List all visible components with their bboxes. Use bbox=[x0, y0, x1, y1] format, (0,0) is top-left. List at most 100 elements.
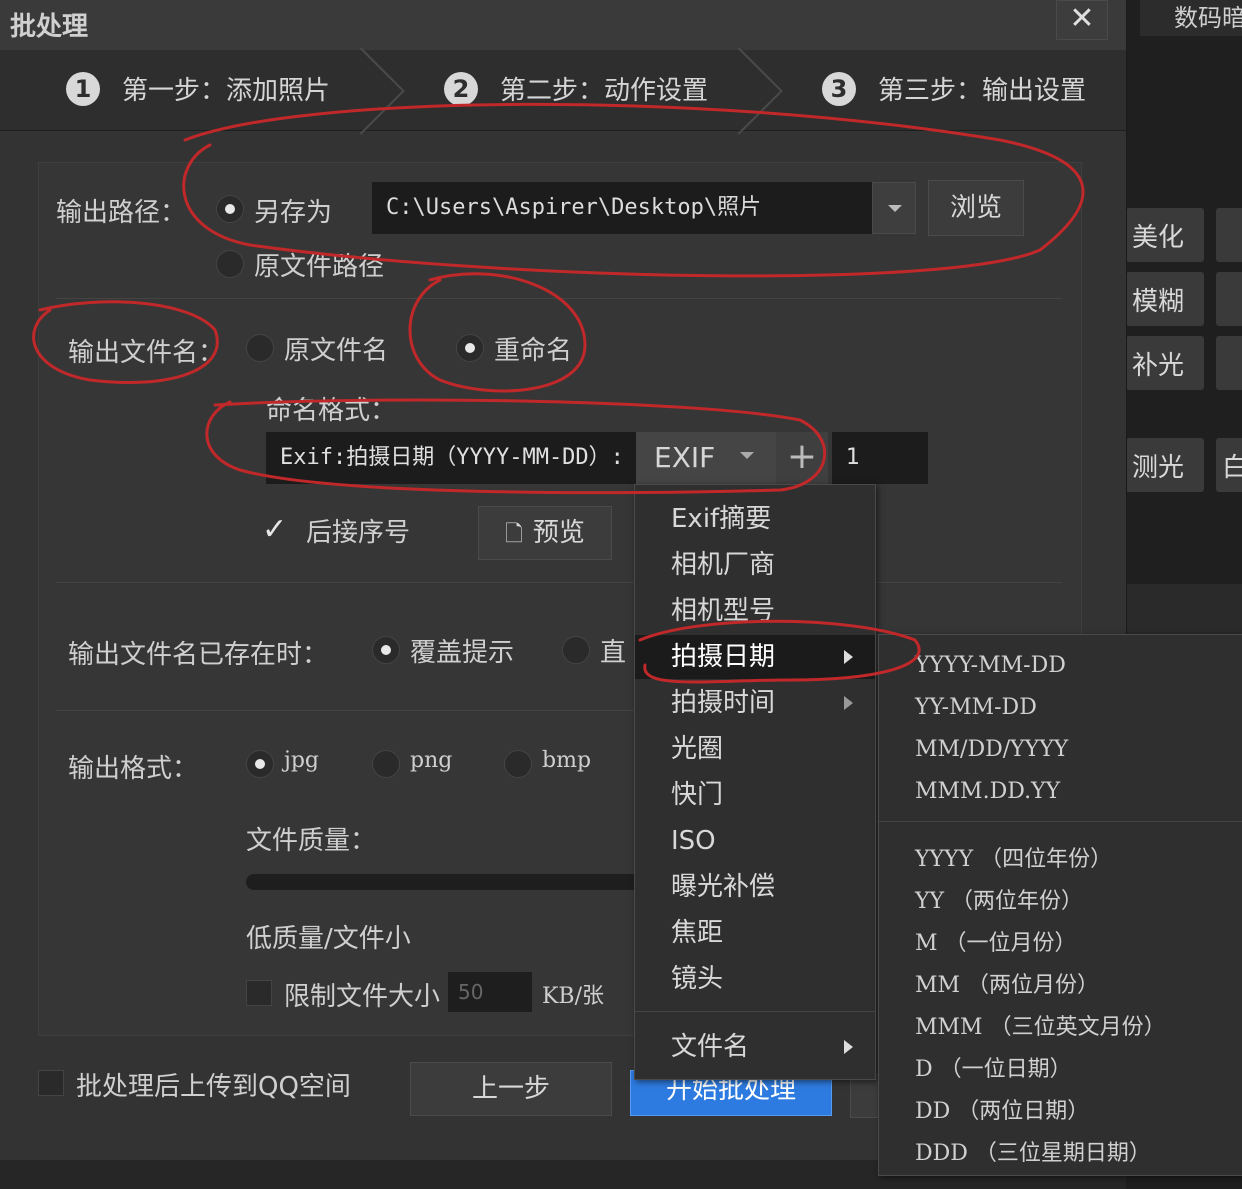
step-label: 第三步：输出设置 bbox=[878, 76, 1087, 106]
menu-item-label: 镜头 bbox=[671, 964, 724, 994]
menu-item-iso[interactable]: ISO bbox=[635, 819, 875, 863]
tile-label: 测光 bbox=[1132, 452, 1185, 483]
menu-item-exposure-comp[interactable]: 曝光补偿 bbox=[635, 865, 875, 909]
add-icon[interactable]: + bbox=[776, 432, 828, 484]
title-bar: 批处理 ✕ bbox=[0, 0, 1126, 50]
menu-item-camera-maker[interactable]: 相机厂商 bbox=[635, 543, 875, 587]
original-filename-radio[interactable] bbox=[246, 334, 274, 362]
menu-item-camera-model[interactable]: 相机型号 bbox=[635, 589, 875, 633]
original-path-label: 原文件路径 bbox=[254, 252, 385, 282]
background-strip bbox=[1126, 584, 1242, 634]
submenu-item[interactable]: DD （两位日期） bbox=[915, 1093, 1089, 1125]
dialog-title: 批处理 bbox=[10, 12, 89, 42]
divider bbox=[56, 582, 1062, 583]
output-format-label: 输出格式： bbox=[68, 754, 199, 784]
submenu-item[interactable]: YYYY （四位年份） bbox=[915, 841, 1112, 873]
step-3[interactable]: 3 第三步：输出设置 bbox=[822, 70, 1086, 107]
menu-item-label: 相机型号 bbox=[671, 596, 776, 626]
exif-dropdown-button[interactable]: EXIF bbox=[636, 432, 776, 484]
submenu-item[interactable]: M （一位月份） bbox=[915, 925, 1077, 957]
chevron-down-icon bbox=[740, 452, 754, 459]
limit-size-input[interactable]: 50 bbox=[448, 972, 532, 1012]
quality-slider[interactable] bbox=[246, 874, 646, 890]
menu-divider bbox=[635, 1011, 875, 1012]
checkmark-icon[interactable]: ✓ bbox=[262, 512, 287, 547]
divider bbox=[56, 298, 1062, 299]
overwrite-prompt-radio[interactable] bbox=[372, 636, 400, 664]
upload-qq-checkbox[interactable] bbox=[38, 1070, 64, 1096]
background-tile-fill-light[interactable]: 补光 bbox=[1126, 336, 1204, 390]
menu-item-shoot-date[interactable]: 拍摄日期 bbox=[635, 635, 875, 679]
low-quality-label: 低质量/文件小 bbox=[246, 924, 411, 954]
background-tile-white[interactable]: 白 bbox=[1216, 438, 1242, 492]
rename-radio[interactable] bbox=[456, 334, 484, 362]
menu-item-shutter[interactable]: 快门 bbox=[635, 773, 875, 817]
menu-item-label: 拍摄时间 bbox=[671, 688, 776, 718]
naming-format-input[interactable]: Exif:拍摄日期（YYYY-MM-DD）: bbox=[266, 432, 636, 484]
output-path-label: 输出路径： bbox=[56, 198, 187, 228]
chevron-right-icon bbox=[844, 1040, 853, 1054]
previous-step-button[interactable]: 上一步 bbox=[410, 1062, 612, 1116]
original-path-radio[interactable] bbox=[216, 250, 244, 278]
menu-item-exif-summary[interactable]: Exif摘要 bbox=[635, 497, 875, 541]
background-tile-beautify[interactable]: 美化 bbox=[1126, 208, 1204, 262]
background-tile-metering[interactable]: 测光 bbox=[1126, 438, 1204, 492]
background-tile[interactable] bbox=[1216, 336, 1242, 390]
overwrite-prompt-label: 覆盖提示 bbox=[410, 638, 515, 668]
step-1[interactable]: 1 第一步：添加照片 bbox=[66, 70, 330, 107]
submenu-item[interactable]: YYYY-MM-DD bbox=[915, 653, 1066, 678]
step-number-icon: 3 bbox=[822, 71, 856, 106]
submenu-item[interactable]: YY （两位年份） bbox=[915, 883, 1083, 915]
tile-label: 模糊 bbox=[1132, 286, 1185, 317]
background-tile-blur[interactable]: 模糊 bbox=[1126, 272, 1204, 326]
background-tab-label: 数码暗 bbox=[1174, 4, 1242, 32]
step-indicator: 1 第一步：添加照片 2 第二步：动作设置 3 第三步：输出设置 bbox=[0, 47, 1126, 135]
jpg-label: jpg bbox=[284, 748, 319, 773]
jpg-radio[interactable] bbox=[246, 750, 274, 778]
submenu-item[interactable]: MMM.DD.YY bbox=[915, 779, 1060, 804]
menu-item-label: 光圈 bbox=[671, 734, 724, 764]
output-path-input[interactable]: C:\Users\Aspirer\Desktop\照片 bbox=[372, 182, 872, 234]
direct-label: 直 bbox=[600, 638, 627, 668]
direct-radio[interactable] bbox=[562, 636, 590, 664]
rename-label: 重命名 bbox=[494, 336, 573, 366]
menu-item-label: 拍摄日期 bbox=[671, 642, 776, 672]
background-tile[interactable] bbox=[1216, 208, 1242, 262]
start-number-input[interactable]: 1 bbox=[832, 432, 928, 484]
menu-item-shoot-time[interactable]: 拍摄时间 bbox=[635, 681, 875, 725]
menu-item-label: 快门 bbox=[671, 780, 724, 810]
submenu-item[interactable]: YY-MM-DD bbox=[915, 695, 1037, 720]
menu-item-filename[interactable]: 文件名 bbox=[635, 1025, 875, 1069]
submenu-item[interactable]: MM （两位月份） bbox=[915, 967, 1099, 999]
menu-item-label: 文件名 bbox=[671, 1032, 750, 1062]
menu-item-label: 曝光补偿 bbox=[671, 872, 776, 902]
preview-button[interactable]: 🗋 预览 bbox=[478, 506, 612, 560]
limit-size-checkbox[interactable] bbox=[246, 980, 272, 1006]
upload-qq-label: 批处理后上传到QQ空间 bbox=[76, 1072, 351, 1102]
chevron-right-icon bbox=[844, 650, 853, 664]
bmp-radio[interactable] bbox=[504, 750, 532, 778]
submenu-item[interactable]: MMM （三位英文月份） bbox=[915, 1009, 1166, 1041]
background-tile[interactable] bbox=[1216, 272, 1242, 326]
chevron-down-icon[interactable] bbox=[872, 182, 916, 234]
menu-item-label: Exif摘要 bbox=[671, 504, 772, 534]
submenu-divider bbox=[879, 821, 1242, 822]
extra-button[interactable] bbox=[850, 1074, 880, 1118]
save-as-radio[interactable] bbox=[216, 195, 244, 223]
menu-item-label: 焦距 bbox=[671, 918, 724, 948]
menu-item-lens[interactable]: 镜头 bbox=[635, 957, 875, 1001]
browse-button[interactable]: 浏览 bbox=[928, 180, 1024, 236]
step-label: 第一步：添加照片 bbox=[122, 76, 331, 106]
close-button[interactable]: ✕ bbox=[1056, 0, 1108, 40]
menu-item-aperture[interactable]: 光圈 bbox=[635, 727, 875, 771]
preview-doc-icon: 🗋 bbox=[505, 522, 523, 547]
png-radio[interactable] bbox=[372, 750, 400, 778]
submenu-item[interactable]: D （一位日期） bbox=[915, 1051, 1072, 1083]
file-exists-label: 输出文件名已存在时： bbox=[68, 640, 329, 670]
submenu-item[interactable]: MM/DD/YYYY bbox=[915, 737, 1068, 762]
step-2[interactable]: 2 第二步：动作设置 bbox=[444, 70, 708, 107]
submenu-item[interactable]: DDD （三位星期日期） bbox=[915, 1135, 1151, 1167]
step-number-icon: 1 bbox=[66, 71, 100, 106]
png-label: png bbox=[410, 748, 453, 773]
menu-item-focal-length[interactable]: 焦距 bbox=[635, 911, 875, 955]
